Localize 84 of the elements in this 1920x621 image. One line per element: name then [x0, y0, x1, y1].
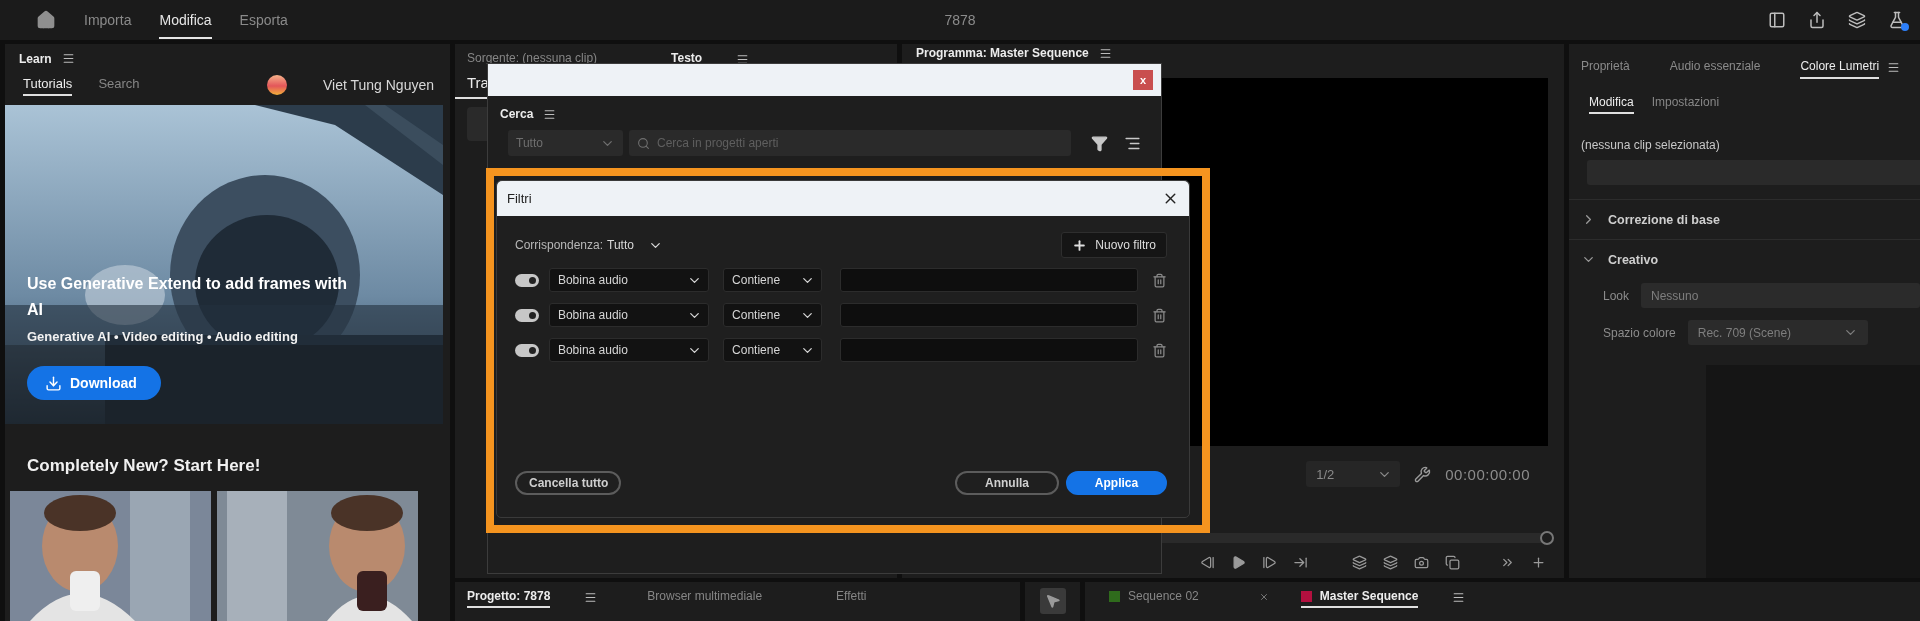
panel-subtab[interactable]: Modifica	[1589, 92, 1634, 114]
filter-toggle[interactable]	[515, 273, 539, 287]
value-field[interactable]	[839, 338, 1138, 362]
clip-status: (nessuna clip selezionata)	[1580, 137, 1721, 152]
trash-icon[interactable]	[1152, 307, 1167, 323]
flask-icon[interactable]	[1888, 11, 1906, 29]
filter-toggle[interactable]	[515, 308, 539, 322]
trash-icon[interactable]	[1152, 342, 1167, 358]
clear-all-button[interactable]: Cancella tutto	[515, 471, 621, 495]
panel-tab[interactable]: Colore Lumetri	[1800, 55, 1880, 79]
trash-icon[interactable]	[1152, 272, 1167, 288]
menu-icon[interactable]	[1452, 590, 1466, 604]
field-label: Look	[1603, 288, 1630, 303]
operator-dropdown[interactable]: Contiene	[723, 338, 822, 362]
panel-tab[interactable]: Audio essenziale	[1669, 55, 1761, 79]
section-header[interactable]: Creativo	[1608, 252, 1659, 267]
user-avatar[interactable]	[266, 74, 287, 95]
match-dropdown[interactable]: Tutto	[607, 237, 663, 253]
menu-icon[interactable]	[1098, 46, 1112, 60]
panel-tab[interactable]: Effetti	[836, 586, 867, 608]
plus-icon[interactable]	[1531, 555, 1546, 570]
panel-tab[interactable]: Proprietà	[1581, 55, 1630, 79]
value-field[interactable]	[839, 303, 1138, 327]
section-title: Completely New? Start Here!	[26, 455, 262, 478]
play-icon[interactable]	[1231, 555, 1246, 570]
section-header[interactable]: Correzione di base	[1608, 212, 1720, 227]
panel-title: Cerca	[500, 107, 534, 121]
project-title: 7878	[944, 12, 976, 28]
panel-title: Programma: Master Sequence	[916, 46, 1089, 60]
color-space-dropdown[interactable]: Rec. 709 (Scene)	[1687, 320, 1868, 345]
download-icon	[45, 374, 62, 392]
wrench-icon[interactable]	[1414, 465, 1432, 483]
learn-tab[interactable]: Tutorials	[23, 73, 73, 97]
dialog-title: Filtri	[507, 191, 532, 206]
download-button[interactable]: Download	[27, 366, 161, 401]
operator-dropdown[interactable]: Contiene	[723, 268, 822, 292]
learn-tab[interactable]: Search	[98, 73, 140, 97]
panel-subtab[interactable]: Impostazioni	[1651, 92, 1720, 114]
step-back-icon[interactable]	[1200, 555, 1215, 570]
zoom-dropdown[interactable]: 1/2	[1306, 461, 1401, 487]
workspace-tab[interactable]: Esporta	[239, 1, 288, 39]
match-label: Corrispondenza:	[515, 238, 604, 252]
menu-icon[interactable]	[61, 52, 75, 66]
workspace-tab[interactable]: Modifica	[159, 1, 212, 39]
field-dropdown[interactable]: Bobina audio	[548, 303, 710, 327]
selection-tool-icon[interactable]	[1039, 588, 1066, 614]
go-to-end-icon[interactable]	[1293, 555, 1308, 570]
menu-icon[interactable]	[543, 107, 557, 121]
layers-icon[interactable]	[1383, 555, 1398, 570]
menu-icon[interactable]	[584, 590, 598, 604]
field-label: Spazio colore	[1603, 325, 1676, 340]
sequence-tab[interactable]: Sequence 02	[1109, 586, 1199, 608]
apply-button[interactable]: Applica	[1066, 471, 1167, 495]
close-icon[interactable]	[1258, 592, 1269, 602]
camera-icon[interactable]	[1414, 555, 1429, 570]
cancel-button[interactable]: Annulla	[955, 471, 1059, 495]
layers-icon[interactable]	[1352, 555, 1367, 570]
operator-dropdown[interactable]: Contiene	[723, 303, 822, 327]
panel-title: Learn	[19, 51, 52, 66]
new-filter-button[interactable]: Nuovo filtro	[1061, 232, 1167, 258]
plus-icon	[1072, 237, 1088, 253]
copy-icon[interactable]	[1445, 555, 1460, 570]
panel-tab[interactable]: Progetto: 7878	[467, 586, 551, 608]
value-field[interactable]	[839, 268, 1138, 292]
share-icon[interactable]	[1808, 11, 1826, 29]
search-icon	[637, 137, 650, 150]
step-forward-icon[interactable]	[1262, 555, 1277, 570]
panel-tab[interactable]: Browser multimediale	[647, 586, 763, 608]
workspace-tab[interactable]: Importa	[84, 1, 132, 39]
field-dropdown[interactable]: Bobina audio	[548, 338, 710, 362]
tutorial-tags: Generative AI • Video editing • Audio editing	[27, 329, 357, 345]
tutorial-title: Use Generative Extend to add frames with AI	[27, 274, 349, 321]
panel-icon[interactable]	[1768, 11, 1786, 29]
home-icon[interactable]	[36, 10, 56, 30]
filter-icon[interactable]	[1091, 134, 1108, 152]
look-field[interactable]: Nessuno	[1641, 283, 1920, 308]
field-dropdown[interactable]: Bobina audio	[548, 268, 710, 292]
timecode: 00:00:00:00	[1445, 465, 1530, 483]
close-button[interactable]: x	[1133, 70, 1153, 90]
filter-toggle[interactable]	[515, 343, 539, 357]
sequence-tab[interactable]: Master Sequence	[1300, 586, 1419, 608]
user-name: Viet Tung Nguyen	[322, 76, 434, 93]
layers-icon[interactable]	[1848, 11, 1866, 29]
menu-icon[interactable]	[1887, 60, 1901, 74]
